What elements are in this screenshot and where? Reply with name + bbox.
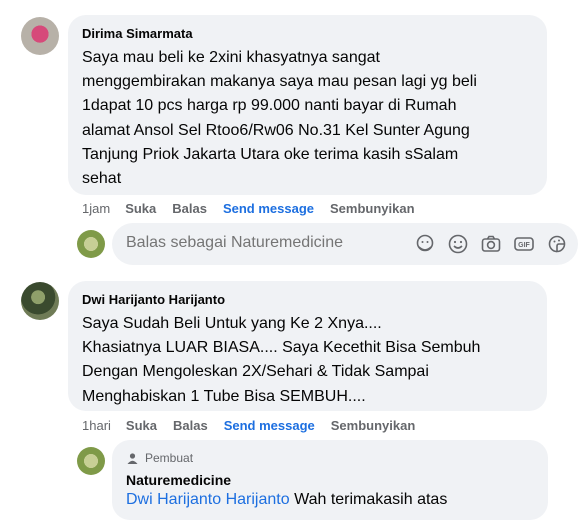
comment-text-line: Saya Sudah Beli Untuk yang Ke 2 Xnya.... bbox=[82, 315, 382, 332]
avatar bbox=[77, 230, 105, 258]
reply-bubble: Pembuat Naturemedicine Dwi Harijanto Har… bbox=[112, 440, 548, 520]
like-button[interactable]: Suka bbox=[126, 418, 157, 433]
emoji-icon[interactable] bbox=[447, 233, 469, 255]
comment-text-line: Khasiatnya LUAR BIASA.... Saya Kecethit … bbox=[82, 339, 481, 357]
reply-input[interactable] bbox=[126, 234, 406, 252]
send-message-button[interactable]: Send message bbox=[224, 418, 315, 433]
author-badge: Pembuat bbox=[126, 450, 536, 466]
comment-text-line: Tanjung Priok Jakarta Utara oke terima k… bbox=[82, 145, 459, 163]
gif-icon[interactable]: GIF bbox=[513, 233, 535, 255]
hide-button[interactable]: Sembunyikan bbox=[331, 418, 416, 433]
comment-bubble: Dirima Simarmata Saya mau beli ke 2xini … bbox=[68, 15, 547, 195]
reply-author[interactable]: Naturemedicine bbox=[126, 471, 536, 489]
reply-button[interactable]: Balas bbox=[172, 201, 207, 216]
comment-timestamp[interactable]: 1hari bbox=[82, 418, 111, 433]
reply-text: Dwi Harijanto Harijanto Wah terimakasih … bbox=[126, 490, 536, 510]
camera-icon[interactable] bbox=[480, 233, 502, 255]
hide-button[interactable]: Sembunyikan bbox=[330, 201, 415, 216]
avatar[interactable] bbox=[77, 447, 105, 475]
comment-actions: 1jam Suka Balas Send message Sembunyikan bbox=[82, 199, 431, 217]
person-icon bbox=[127, 452, 138, 464]
comment-author[interactable]: Dirima Simarmata bbox=[82, 25, 535, 42]
comment-text: Saya Sudah Beli Untuk yang Ke 2 Xnya....… bbox=[82, 312, 535, 409]
comment-text-line: menggembirakan makanya saya mau pesan la… bbox=[82, 73, 477, 91]
comment-text: Saya mau beli ke 2xini khasyatnya sangat… bbox=[82, 46, 535, 191]
like-button[interactable]: Suka bbox=[125, 201, 156, 216]
reply-button[interactable]: Balas bbox=[173, 418, 208, 433]
comment-actions: 1hari Suka Balas Send message Sembunyika… bbox=[82, 416, 431, 434]
avatar-sticker-icon[interactable] bbox=[414, 233, 436, 255]
comment-text-line: Dengan Mengoleskan 2X/Sehari & Tidak Sam… bbox=[82, 363, 429, 381]
comment-text-line: Saya mau beli ke 2xini khasyatnya sangat bbox=[82, 49, 380, 66]
comment-text-line: Menghabiskan 1 Tube Bisa SEMBUH.... bbox=[82, 387, 366, 405]
comment-author[interactable]: Dwi Harijanto Harijanto bbox=[82, 291, 535, 308]
send-message-button[interactable]: Send message bbox=[223, 201, 314, 216]
author-badge-label: Pembuat bbox=[145, 451, 194, 465]
mention-link[interactable]: Dwi Harijanto Harijanto bbox=[126, 491, 290, 508]
reply-icons: GIF bbox=[403, 233, 568, 255]
avatar[interactable] bbox=[21, 282, 59, 320]
comment-text-line: 1dapat 10 pcs harga rp 99.000 nanti baya… bbox=[82, 97, 457, 115]
comment-text-line: alamat Ansol Sel Rtoo6/Rw06 No.31 Kel Su… bbox=[82, 121, 470, 139]
avatar[interactable] bbox=[21, 17, 59, 55]
reply-text-body: Wah terimakasih atas bbox=[289, 491, 448, 508]
sticker-icon[interactable] bbox=[546, 233, 568, 255]
comment-timestamp[interactable]: 1jam bbox=[82, 201, 110, 216]
comment-bubble: Dwi Harijanto Harijanto Saya Sudah Beli … bbox=[68, 281, 547, 411]
reply-box: GIF bbox=[112, 223, 578, 265]
comment-text-line: sehat bbox=[82, 170, 122, 188]
svg-text:GIF: GIF bbox=[518, 242, 530, 249]
